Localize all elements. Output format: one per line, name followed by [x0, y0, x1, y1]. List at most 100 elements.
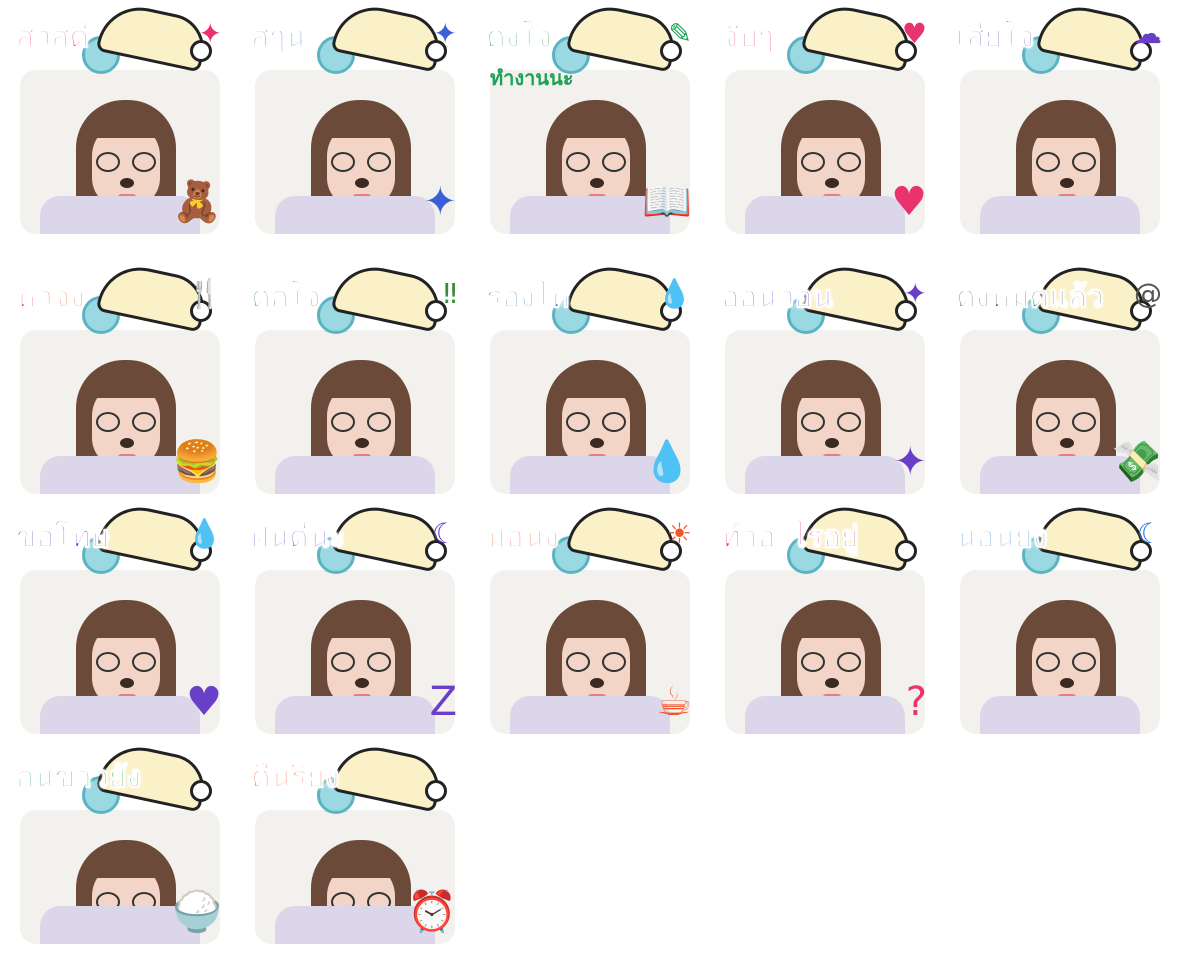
- sticker[interactable]: ตั้งใจ ทำงานนะ 📖 ✎: [480, 0, 700, 240]
- sparkle-icon: ✦: [893, 439, 927, 485]
- sleep-cap-icon: [1035, 499, 1152, 573]
- sticker[interactable]: อ้อนวอน ✦ ✦: [715, 259, 935, 500]
- sticker-label: สู้ๆนะ: [250, 20, 323, 56]
- bangs: [84, 848, 168, 878]
- rice-bowl-icon: 🍚: [172, 889, 222, 935]
- exclamation-icon: ‼: [443, 277, 457, 310]
- shirt: [40, 696, 200, 734]
- shirt: [745, 196, 905, 234]
- rain-cloud-icon: ☁: [1134, 17, 1162, 50]
- mug-icon: ☕: [656, 679, 692, 725]
- shirt: [275, 696, 435, 734]
- question-mark-icon: ?: [905, 679, 927, 725]
- sticker-label: ตังหมดแล้ว: [956, 280, 1105, 316]
- sparkle-icon: ✦: [198, 17, 222, 50]
- glasses-icon: [96, 412, 156, 434]
- sticker-label: อ้อนวอน: [721, 280, 834, 316]
- crescent-moon-icon: ☾: [431, 517, 457, 550]
- sticker-label: จุ๊บๆ: [721, 20, 775, 56]
- sleep-cap-icon: [330, 259, 447, 333]
- fork-icon: 🍴: [187, 277, 222, 310]
- bear-nose-icon: [1060, 178, 1074, 188]
- sticker-photo: [255, 330, 455, 494]
- teddy-bear-icon: 🧸: [172, 179, 222, 225]
- sticker[interactable]: ตื่นรึยัง ⏰: [245, 739, 465, 950]
- bear-nose-icon: [355, 678, 369, 688]
- sticker-photo: [255, 570, 455, 734]
- sleep-cap-icon: [330, 0, 447, 73]
- sticker[interactable]: ตกใจ ‼: [245, 259, 465, 500]
- sticker[interactable]: จุ๊บๆ ♥ ♥: [715, 0, 935, 240]
- sleep-cap-icon: [565, 0, 682, 73]
- sparkle-icon: ✦: [433, 17, 457, 50]
- sticker-label: ทำอะไรอยู่: [721, 520, 860, 556]
- sticker[interactable]: หิวจัง 🍔 🍴: [10, 259, 230, 500]
- shirt: [745, 696, 905, 734]
- sticker[interactable]: ทำอะไรอยู่ ?: [715, 499, 935, 740]
- bear-nose-icon: [825, 178, 839, 188]
- sticker[interactable]: ขอโทษ ♥ 💧: [10, 499, 230, 740]
- flying-money-icon: 💸: [1112, 439, 1162, 485]
- heart-icon: ♥: [891, 179, 927, 225]
- sticker-label: หิวจัง: [16, 280, 86, 316]
- bear-nose-icon: [355, 178, 369, 188]
- sticker-label: ตกใจ: [251, 280, 322, 316]
- bangs: [84, 608, 168, 638]
- glasses-icon: [801, 412, 861, 434]
- bangs: [789, 368, 873, 398]
- bangs: [789, 608, 873, 638]
- shirt: [745, 456, 905, 494]
- sticker[interactable]: กินข้าวยัง 🍚: [10, 739, 230, 950]
- sticker[interactable]: ร้องไห้ 💧 💧: [480, 259, 700, 500]
- bangs: [84, 368, 168, 398]
- bangs: [84, 108, 168, 138]
- sticker[interactable]: ฝันดีนะ Z ☾: [245, 499, 465, 740]
- sticker-label: ร้องไห้: [486, 280, 571, 316]
- bangs: [789, 108, 873, 138]
- glasses-icon: [1036, 152, 1096, 174]
- bear-nose-icon: [120, 678, 134, 688]
- burger-icon: 🍔: [172, 439, 222, 485]
- glasses-icon: [801, 652, 861, 674]
- sparkle-icon: ✦: [903, 277, 927, 310]
- sparkle-icon: ✦: [423, 179, 457, 225]
- sticker-label: เสียใจ: [955, 20, 1035, 56]
- zzz-icon: Z: [429, 679, 457, 725]
- bear-nose-icon: [120, 438, 134, 448]
- bear-nose-icon: [1060, 678, 1074, 688]
- teardrop-icon: 💧: [657, 277, 692, 310]
- glasses-icon: [96, 152, 156, 174]
- sticker[interactable]: สู้ๆนะ ✦ ✦: [245, 0, 465, 240]
- sticker[interactable]: สวัสดี 🧸 ✦: [10, 0, 230, 240]
- teardrop-icon: 💧: [642, 439, 692, 485]
- glasses-icon: [331, 152, 391, 174]
- sticker-label: ขอโทษ: [15, 520, 111, 556]
- pen-icon: ✎: [668, 17, 692, 50]
- sticker[interactable]: ตังหมดแล้ว 💸 @: [950, 259, 1170, 500]
- sticker[interactable]: มอนิ่ง ☕ ☀: [480, 499, 700, 740]
- bangs: [1024, 108, 1108, 138]
- sticker-sheet: สวัสดี 🧸 ✦ สู้ๆนะ ✦ ✦ ตั้งใจ ทำงานนะ 📖 ✎…: [0, 0, 1200, 960]
- sleep-cap-icon: [800, 0, 917, 73]
- bangs: [319, 848, 403, 878]
- bear-nose-icon: [590, 178, 604, 188]
- sweat-drop-icon: 💧: [187, 517, 222, 550]
- sleep-cap-icon: [95, 0, 212, 73]
- heart-icon: ♥: [901, 17, 927, 50]
- sticker-photo: [960, 70, 1160, 234]
- sticker-label: ตื่นรึยัง: [250, 760, 340, 796]
- bear-nose-icon: [590, 678, 604, 688]
- crescent-moon-icon: ☾: [1136, 517, 1162, 550]
- bangs: [319, 108, 403, 138]
- glasses-icon: [1036, 412, 1096, 434]
- bear-nose-icon: [120, 178, 134, 188]
- sleep-cap-icon: [565, 499, 682, 573]
- shirt: [510, 696, 670, 734]
- sticker[interactable]: นอนยัง ☾: [950, 499, 1170, 740]
- sun-icon: ☀: [666, 517, 692, 550]
- glasses-icon: [566, 412, 626, 434]
- sticker[interactable]: เสียใจ ☁: [950, 0, 1170, 240]
- sticker-photo: [960, 570, 1160, 734]
- bear-nose-icon: [825, 678, 839, 688]
- scribble-icon: @: [1134, 277, 1162, 310]
